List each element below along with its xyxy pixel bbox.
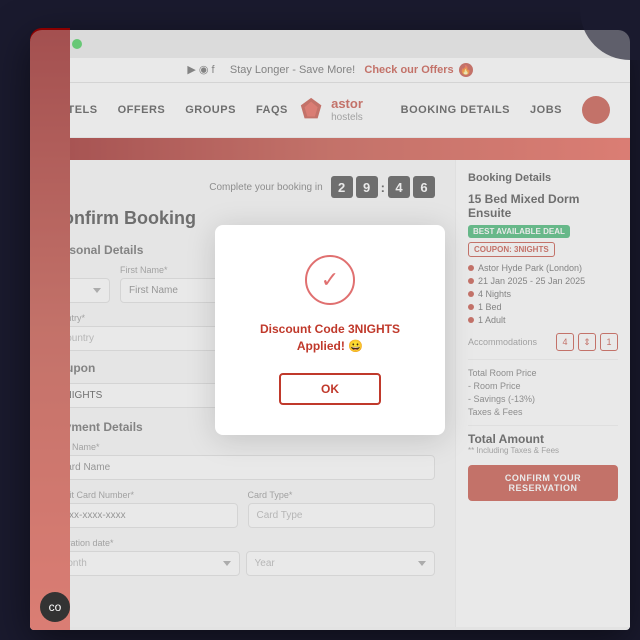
- bottom-left-icon[interactable]: co: [40, 592, 70, 622]
- modal-overlay: ✓ Discount Code 3NIGHTS Applied! 😀 OK: [30, 160, 630, 627]
- modal-check-circle: ✓: [305, 255, 355, 305]
- co-icon: co: [49, 600, 62, 614]
- modal-message: Discount Code 3NIGHTS Applied! 😀: [255, 321, 405, 355]
- modal-ok-button[interactable]: OK: [279, 373, 381, 405]
- check-icon: ✓: [321, 267, 339, 293]
- main-content: Complete your booking in 2 9 : 4 6 Confi…: [30, 160, 630, 627]
- modal-box: ✓ Discount Code 3NIGHTS Applied! 😀 OK: [215, 225, 445, 435]
- browser-window: ▶ ◉ f Stay Longer - Save More! Check our…: [30, 30, 630, 630]
